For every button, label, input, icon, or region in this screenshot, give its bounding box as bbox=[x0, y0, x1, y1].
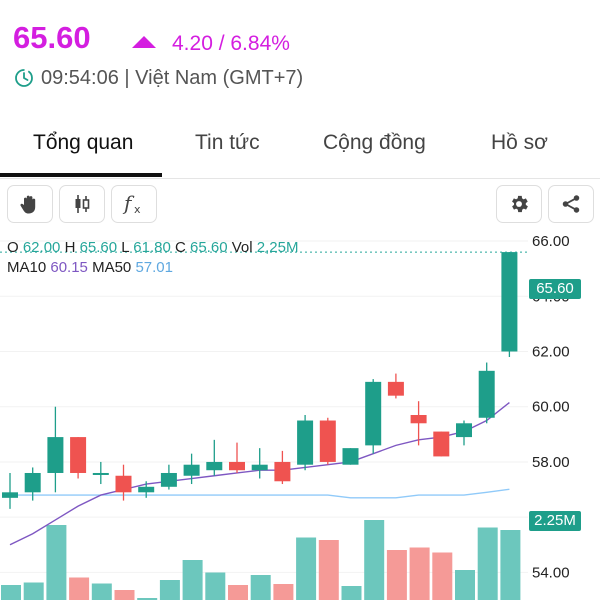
volume-bar bbox=[296, 537, 317, 600]
candle-body bbox=[183, 464, 200, 476]
ma50-label: MA50 bbox=[92, 259, 132, 276]
candle-body bbox=[342, 448, 359, 465]
volume-bar bbox=[432, 552, 453, 600]
volume-bar bbox=[477, 527, 498, 600]
last-volume-tag: 2.25M bbox=[529, 511, 581, 531]
open-value: 62.00 bbox=[22, 239, 61, 256]
close-label: C bbox=[174, 239, 186, 256]
candle-body bbox=[229, 461, 245, 471]
ma-legend: MA10 60.15 MA50 57.01 bbox=[7, 258, 173, 278]
y-tick-label: 62.00 bbox=[532, 343, 570, 360]
candle-body bbox=[138, 486, 155, 493]
y-tick-label: 58.00 bbox=[532, 454, 570, 471]
indicator-button[interactable]: f x bbox=[111, 185, 157, 223]
volume-bar bbox=[159, 580, 180, 600]
ohlc-legend: O 62.00 H 65.60 L 61.80 C 65.60 Vol 2,25… bbox=[7, 238, 298, 258]
candle-body bbox=[47, 437, 64, 473]
function-icon: f x bbox=[122, 191, 141, 216]
candle-body bbox=[410, 415, 427, 424]
candle-body bbox=[319, 420, 336, 462]
candle-body bbox=[92, 472, 109, 475]
candle-body bbox=[501, 252, 518, 352]
candle-body bbox=[115, 475, 132, 493]
low-label: L bbox=[121, 239, 130, 256]
high-label: H bbox=[64, 239, 76, 256]
arrow-up-icon bbox=[132, 36, 156, 48]
close-value: 65.60 bbox=[190, 239, 228, 256]
share-icon bbox=[562, 195, 580, 213]
settings-button[interactable] bbox=[496, 185, 542, 223]
volume-bar bbox=[409, 547, 430, 600]
candle-body bbox=[297, 420, 314, 465]
candle-body bbox=[24, 472, 41, 493]
hand-icon bbox=[20, 195, 36, 214]
candle-body bbox=[387, 381, 404, 396]
volume-bar bbox=[114, 590, 135, 600]
svg-text:x: x bbox=[134, 203, 141, 216]
volume-value: 2,25M bbox=[256, 239, 299, 256]
current-price: 65.60 bbox=[13, 20, 91, 55]
candle-body bbox=[478, 370, 495, 418]
share-button[interactable] bbox=[548, 185, 594, 223]
volume-bar bbox=[182, 560, 203, 600]
candle-body bbox=[2, 492, 18, 498]
high-value: 65.60 bbox=[79, 239, 118, 256]
ma10-value: 60.15 bbox=[50, 259, 88, 276]
y-tick-label: 66.00 bbox=[532, 233, 570, 250]
volume-bar bbox=[364, 520, 385, 600]
price-change: 4.20 / 6.84% bbox=[172, 32, 290, 55]
price-chart[interactable]: 54.0056.0058.0060.0062.0064.0066.00 bbox=[0, 228, 600, 600]
volume-bar bbox=[250, 575, 271, 600]
volume-bar bbox=[91, 583, 112, 600]
active-tab-indicator bbox=[0, 173, 162, 177]
candle-body bbox=[251, 464, 268, 471]
volume-bar bbox=[228, 585, 248, 600]
candle-body bbox=[365, 381, 382, 446]
candle-body bbox=[160, 472, 177, 487]
volume-bar bbox=[46, 525, 67, 600]
tab-bar: Tổng quan Tin tức Cộng đồng Hồ sơ bbox=[0, 118, 600, 179]
volume-bar bbox=[500, 530, 521, 600]
volume-bar bbox=[205, 572, 226, 600]
volume-bar bbox=[386, 550, 407, 600]
y-tick-label: 60.00 bbox=[532, 399, 570, 416]
ma50-value: 57.01 bbox=[135, 259, 173, 276]
open-label: O bbox=[7, 239, 19, 256]
quote-time: 09:54:06 | Việt Nam (GMT+7) bbox=[41, 67, 304, 89]
gear-icon bbox=[512, 195, 528, 213]
candle-body bbox=[274, 461, 291, 482]
candle-body bbox=[433, 431, 450, 457]
candlestick-button[interactable] bbox=[59, 185, 105, 223]
volume-bar bbox=[69, 577, 90, 600]
ma50-line bbox=[10, 488, 510, 499]
hand-tool-button[interactable] bbox=[7, 185, 53, 223]
volume-label: Vol bbox=[231, 239, 253, 256]
candle-body bbox=[70, 437, 87, 473]
ma10-label: MA10 bbox=[7, 259, 47, 276]
last-price-tag: 65.60 bbox=[529, 279, 581, 299]
tab-profile[interactable]: Hồ sơ bbox=[491, 130, 548, 156]
volume-bar bbox=[23, 582, 44, 600]
volume-bar bbox=[273, 584, 294, 600]
volume-bar bbox=[341, 586, 362, 600]
candle-body bbox=[456, 423, 472, 438]
clock-icon bbox=[15, 69, 33, 87]
volume-bar bbox=[455, 570, 475, 600]
tab-news[interactable]: Tin tức bbox=[195, 130, 260, 156]
volume-bar bbox=[318, 540, 339, 600]
tab-community[interactable]: Cộng đồng bbox=[323, 130, 426, 156]
low-value: 61.80 bbox=[133, 239, 171, 256]
volume-bar bbox=[1, 585, 21, 600]
tab-overview[interactable]: Tổng quan bbox=[33, 130, 133, 156]
candlestick-icon bbox=[75, 195, 90, 213]
candle-body bbox=[206, 461, 223, 471]
y-tick-label: 54.00 bbox=[532, 564, 570, 581]
